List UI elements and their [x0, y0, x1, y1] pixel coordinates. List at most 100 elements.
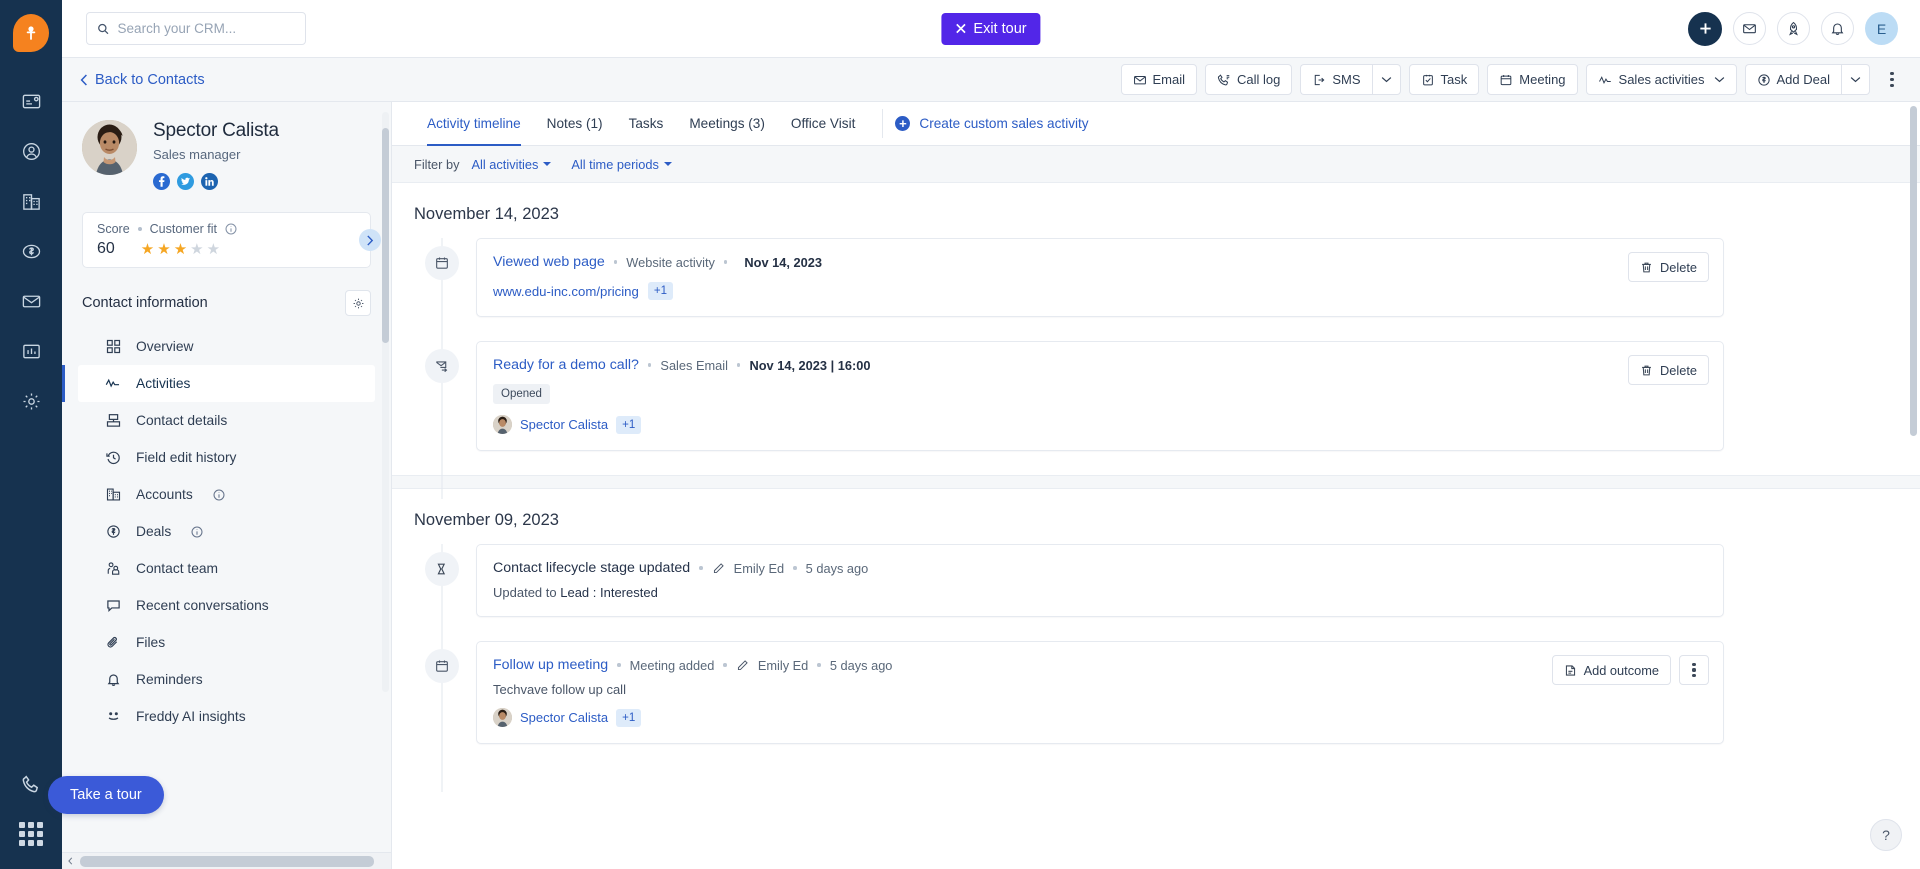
tab-office-visit[interactable]: Office Visit — [778, 102, 868, 145]
activity-card-header: Viewed web page Website activity Nov 14,… — [493, 254, 1705, 270]
sidebar-item-accounts[interactable]: Accounts — [78, 476, 375, 513]
people-icon — [105, 561, 122, 576]
twitter-icon[interactable] — [177, 173, 194, 190]
contact-sidebar-scrollbar[interactable] — [382, 112, 389, 692]
email-sent-icon — [425, 349, 459, 383]
sidebar-rail-phone[interactable] — [9, 759, 53, 809]
contact-information-settings-button[interactable] — [345, 290, 371, 316]
filter-activities-dropdown[interactable]: All activities — [472, 157, 552, 172]
meeting-action-button[interactable]: Meeting — [1487, 64, 1578, 95]
more-actions-button[interactable] — [1878, 65, 1906, 95]
sidebar-rail-contacts[interactable] — [9, 126, 53, 176]
whats-new-button[interactable] — [1777, 12, 1810, 45]
scrollbar-thumb[interactable] — [382, 128, 389, 343]
activity-type: Website activity — [626, 254, 715, 270]
timeline-scrollbar[interactable] — [1910, 106, 1917, 865]
author-pencil-icon — [736, 659, 749, 672]
create-custom-activity-link[interactable]: + Create custom sales activity — [895, 116, 1089, 131]
hscrollbar-thumb[interactable] — [80, 855, 374, 867]
sidebar-item-overview[interactable]: Overview — [78, 328, 375, 365]
scroll-left-arrow[interactable] — [62, 853, 78, 869]
sidebar-item-recent-conversations[interactable]: Recent conversations — [78, 587, 375, 624]
info-icon[interactable] — [213, 489, 225, 501]
sidebar-item-reminders[interactable]: Reminders — [78, 661, 375, 698]
sidebar-rail-apps[interactable] — [9, 809, 53, 859]
add-outcome-button[interactable]: Add outcome — [1551, 655, 1671, 685]
sales-activities-button[interactable]: Sales activities — [1585, 64, 1737, 95]
search-input-wrapper[interactable] — [86, 12, 306, 45]
info-icon[interactable] — [225, 223, 237, 235]
more-people-badge[interactable]: +1 — [616, 708, 642, 727]
add-deal-dropdown-button[interactable] — [1841, 64, 1870, 95]
grid-squares-icon — [105, 339, 122, 354]
notifications-button[interactable] — [1821, 12, 1854, 45]
sidebar-item-deals[interactable]: Deals — [78, 513, 375, 550]
add-deal-button[interactable]: Add Deal — [1744, 64, 1841, 95]
delete-activity-button[interactable]: Delete — [1628, 252, 1709, 282]
sidebar-item-field-edit-history[interactable]: Field edit history — [78, 439, 375, 476]
email-action-button[interactable]: Email — [1120, 64, 1198, 95]
task-action-button[interactable]: Task — [1408, 64, 1480, 95]
more-people-badge[interactable]: +1 — [616, 415, 642, 434]
sidebar-rail-reports[interactable] — [9, 326, 53, 376]
facebook-icon[interactable] — [153, 173, 170, 190]
email-button[interactable] — [1733, 12, 1766, 45]
freddy-ai-icon — [105, 709, 122, 724]
sidebar-rail-activities[interactable] — [9, 76, 53, 126]
exit-tour-button[interactable]: Exit tour — [941, 12, 1041, 45]
tab-activity-timeline[interactable]: Activity timeline — [414, 102, 534, 146]
meeting-action-label: Meeting — [1519, 72, 1566, 87]
sidebar-rail-accounts[interactable] — [9, 176, 53, 226]
activity-title[interactable]: Ready for a demo call? — [493, 357, 639, 373]
delete-activity-button[interactable]: Delete — [1628, 355, 1709, 385]
timeline-item: Ready for a demo call? Sales Email Nov 1… — [392, 341, 1920, 499]
sidebar-item-freddy-ai-insights[interactable]: Freddy AI insights — [78, 698, 375, 735]
calendar-icon — [425, 246, 459, 280]
info-icon[interactable] — [191, 526, 203, 538]
sidebar-rail-email[interactable] — [9, 276, 53, 326]
sidebar-item-files[interactable]: Files — [78, 624, 375, 661]
freshworks-logo-icon[interactable] — [13, 14, 49, 52]
sidebar-item-contact-details[interactable]: Contact details — [78, 402, 375, 439]
sidebar-item-contact-team[interactable]: Contact team — [78, 550, 375, 587]
sms-dropdown-button[interactable] — [1371, 64, 1401, 95]
person-name[interactable]: Spector Calista — [520, 417, 608, 432]
tab-notes[interactable]: Notes (1) — [534, 102, 616, 145]
call-log-action-button[interactable]: Call log — [1205, 64, 1293, 95]
activity-card[interactable]: Follow up meeting Meeting added Emily Ed… — [476, 641, 1724, 744]
take-a-tour-button[interactable]: Take a tour — [48, 776, 164, 814]
scrollbar-thumb[interactable] — [1910, 106, 1917, 436]
activity-subtext-value: Techvave follow up call — [493, 682, 626, 697]
activity-card[interactable]: Ready for a demo call? Sales Email Nov 1… — [476, 341, 1724, 451]
create-custom-sales-activity-button[interactable]: + Create custom sales activity — [895, 102, 1101, 145]
activity-more-menu-button[interactable] — [1679, 655, 1709, 685]
pencil-icon — [737, 659, 748, 670]
linkedin-icon[interactable] — [201, 173, 218, 190]
activity-web-link[interactable]: www.edu-inc.com/pricing — [493, 284, 639, 299]
tab-meetings[interactable]: Meetings (3) — [676, 102, 778, 145]
add-new-button[interactable] — [1688, 11, 1722, 46]
tab-tasks[interactable]: Tasks — [616, 102, 677, 145]
activity-card[interactable]: Contact lifecycle stage updated Emily Ed… — [476, 544, 1724, 617]
person-name[interactable]: Spector Calista — [520, 710, 608, 725]
contact-sidebar-hscrollbar[interactable] — [62, 852, 391, 869]
more-links-badge[interactable]: +1 — [647, 282, 673, 300]
sidebar-rail-deals[interactable] — [9, 226, 53, 276]
sidebar-rail-settings[interactable] — [9, 376, 53, 426]
activity-card[interactable]: Viewed web page Website activity Nov 14,… — [476, 238, 1724, 317]
help-button[interactable]: ? — [1870, 819, 1902, 851]
search-input[interactable] — [117, 21, 295, 36]
history-clock-icon — [105, 450, 122, 465]
create-custom-activity-label: Create custom sales activity — [919, 116, 1089, 131]
sms-action-button[interactable]: SMS — [1300, 64, 1372, 95]
app-rail-sidebar — [0, 0, 62, 869]
back-to-contacts-link[interactable]: Back to Contacts — [80, 72, 205, 88]
sidebar-item-activities[interactable]: Activities — [62, 365, 375, 402]
filter-periods-dropdown[interactable]: All time periods — [571, 157, 672, 172]
activity-title[interactable]: Follow up meeting — [493, 657, 608, 673]
activity-title[interactable]: Viewed web page — [493, 254, 605, 270]
sidebar-item-label: Freddy AI insights — [136, 709, 246, 724]
tab-label: Activity timeline — [427, 116, 521, 131]
score-expand-button[interactable] — [359, 229, 381, 251]
user-avatar[interactable]: E — [1865, 12, 1898, 45]
